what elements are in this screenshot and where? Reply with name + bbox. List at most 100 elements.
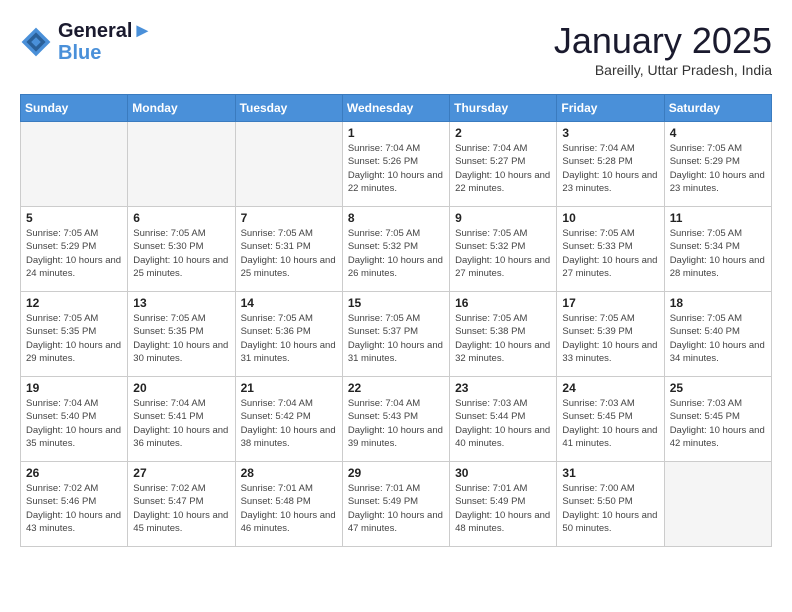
day-info: Sunrise: 7:01 AMSunset: 5:49 PMDaylight:… [455, 482, 551, 535]
day-info: Sunrise: 7:01 AMSunset: 5:49 PMDaylight:… [348, 482, 444, 535]
calendar-cell: 26Sunrise: 7:02 AMSunset: 5:46 PMDayligh… [21, 462, 128, 547]
day-info: Sunrise: 7:05 AMSunset: 5:29 PMDaylight:… [670, 142, 766, 195]
calendar-cell: 19 Sunrise: 7:04 AMSunset: 5:40 PMDayligh… [21, 377, 128, 462]
day-number: 28 [241, 466, 337, 480]
day-info: Sunrise: 7:05 AMSunset: 5:32 PMDaylight:… [348, 227, 444, 280]
calendar-cell: 23Sunrise: 7:03 AMSunset: 5:44 PMDayligh… [450, 377, 557, 462]
day-info: Sunrise: 7:05 AMSunset: 5:35 PMDaylight:… [26, 312, 122, 365]
day-info: Sunrise: 7:05 AMSunset: 5:39 PMDaylight:… [562, 312, 658, 365]
day-number: 29 [348, 466, 444, 480]
day-info: Sunrise: 7:04 AMSunset: 5:40 PMDaylight:… [26, 397, 122, 450]
calendar-cell: 28 Sunrise: 7:01 AMSunset: 5:48 PMDayligh… [235, 462, 342, 547]
day-info: Sunrise: 7:05 AMSunset: 5:40 PMDaylight:… [670, 312, 766, 365]
calendar-cell: 29 Sunrise: 7:01 AMSunset: 5:49 PMDayligh… [342, 462, 449, 547]
day-number: 25 [670, 381, 766, 395]
calendar-cell [21, 122, 128, 207]
day-info: Sunrise: 7:02 AMSunset: 5:47 PMDaylight:… [133, 482, 229, 535]
day-info: Sunrise: 7:05 AMSunset: 5:32 PMDaylight:… [455, 227, 551, 280]
weekday-header-friday: Friday [557, 95, 664, 122]
day-number: 23 [455, 381, 551, 395]
day-info: Sunrise: 7:01 AMSunset: 5:48 PMDaylight:… [241, 482, 337, 535]
calendar-cell: 4 Sunrise: 7:05 AMSunset: 5:29 PMDaylight… [664, 122, 771, 207]
calendar-cell: 1 Sunrise: 7:04 AMSunset: 5:26 PMDaylight… [342, 122, 449, 207]
day-number: 20 [133, 381, 229, 395]
calendar-cell [235, 122, 342, 207]
day-number: 10 [562, 211, 658, 225]
calendar-week-3: 19 Sunrise: 7:04 AMSunset: 5:40 PMDayligh… [21, 377, 772, 462]
day-number: 7 [241, 211, 337, 225]
calendar-cell: 5 Sunrise: 7:05 AMSunset: 5:29 PMDaylight… [21, 207, 128, 292]
day-number: 31 [562, 466, 658, 480]
calendar-cell: 15Sunrise: 7:05 AMSunset: 5:37 PMDayligh… [342, 292, 449, 377]
day-info: Sunrise: 7:04 AMSunset: 5:27 PMDaylight:… [455, 142, 551, 195]
day-number: 17 [562, 296, 658, 310]
day-info: Sunrise: 7:04 AMSunset: 5:41 PMDaylight:… [133, 397, 229, 450]
day-number: 14 [241, 296, 337, 310]
calendar-cell: 17 Sunrise: 7:05 AMSunset: 5:39 PMDayligh… [557, 292, 664, 377]
day-info: Sunrise: 7:05 AMSunset: 5:29 PMDaylight:… [26, 227, 122, 280]
day-number: 13 [133, 296, 229, 310]
calendar-cell: 21Sunrise: 7:04 AMSunset: 5:42 PMDayligh… [235, 377, 342, 462]
calendar-cell: 27 Sunrise: 7:02 AMSunset: 5:47 PMDayligh… [128, 462, 235, 547]
day-info: Sunrise: 7:05 AMSunset: 5:33 PMDaylight:… [562, 227, 658, 280]
day-info: Sunrise: 7:02 AMSunset: 5:46 PMDaylight:… [26, 482, 122, 535]
calendar-cell: 30 Sunrise: 7:01 AMSunset: 5:49 PMDayligh… [450, 462, 557, 547]
day-info: Sunrise: 7:05 AMSunset: 5:31 PMDaylight:… [241, 227, 337, 280]
day-info: Sunrise: 7:00 AMSunset: 5:50 PMDaylight:… [562, 482, 658, 535]
day-number: 5 [26, 211, 122, 225]
day-number: 15 [348, 296, 444, 310]
calendar-cell: 22 Sunrise: 7:04 AMSunset: 5:43 PMDayligh… [342, 377, 449, 462]
calendar-week-0: 1 Sunrise: 7:04 AMSunset: 5:26 PMDaylight… [21, 122, 772, 207]
calendar-cell: 6Sunrise: 7:05 AMSunset: 5:30 PMDaylight… [128, 207, 235, 292]
day-number: 21 [241, 381, 337, 395]
weekday-header-saturday: Saturday [664, 95, 771, 122]
day-number: 30 [455, 466, 551, 480]
day-info: Sunrise: 7:04 AMSunset: 5:26 PMDaylight:… [348, 142, 444, 195]
day-number: 1 [348, 126, 444, 140]
day-info: Sunrise: 7:03 AMSunset: 5:45 PMDaylight:… [670, 397, 766, 450]
day-number: 22 [348, 381, 444, 395]
calendar-cell: 3Sunrise: 7:04 AMSunset: 5:28 PMDaylight… [557, 122, 664, 207]
day-number: 27 [133, 466, 229, 480]
day-number: 12 [26, 296, 122, 310]
calendar-cell: 24Sunrise: 7:03 AMSunset: 5:45 PMDayligh… [557, 377, 664, 462]
day-info: Sunrise: 7:05 AMSunset: 5:30 PMDaylight:… [133, 227, 229, 280]
day-info: Sunrise: 7:04 AMSunset: 5:43 PMDaylight:… [348, 397, 444, 450]
calendar-cell: 12 Sunrise: 7:05 AMSunset: 5:35 PMDayligh… [21, 292, 128, 377]
calendar-week-4: 26Sunrise: 7:02 AMSunset: 5:46 PMDayligh… [21, 462, 772, 547]
logo-icon [20, 26, 52, 58]
day-number: 2 [455, 126, 551, 140]
day-info: Sunrise: 7:04 AMSunset: 5:28 PMDaylight:… [562, 142, 658, 195]
logo: General► Blue [20, 20, 152, 64]
calendar-week-1: 5 Sunrise: 7:05 AMSunset: 5:29 PMDaylight… [21, 207, 772, 292]
day-info: Sunrise: 7:05 AMSunset: 5:36 PMDaylight:… [241, 312, 337, 365]
calendar-cell: 11Sunrise: 7:05 AMSunset: 5:34 PMDayligh… [664, 207, 771, 292]
weekday-header-tuesday: Tuesday [235, 95, 342, 122]
calendar-cell: 20 Sunrise: 7:04 AMSunset: 5:41 PMDayligh… [128, 377, 235, 462]
calendar-week-2: 12 Sunrise: 7:05 AMSunset: 5:35 PMDayligh… [21, 292, 772, 377]
day-info: Sunrise: 7:05 AMSunset: 5:34 PMDaylight:… [670, 227, 766, 280]
calendar-cell: 16Sunrise: 7:05 AMSunset: 5:38 PMDayligh… [450, 292, 557, 377]
day-number: 4 [670, 126, 766, 140]
calendar-cell [128, 122, 235, 207]
logo-text: General► Blue [58, 20, 152, 64]
day-number: 24 [562, 381, 658, 395]
calendar-cell: 7 Sunrise: 7:05 AMSunset: 5:31 PMDaylight… [235, 207, 342, 292]
weekday-header-sunday: Sunday [21, 95, 128, 122]
calendar-cell: 10 Sunrise: 7:05 AMSunset: 5:33 PMDayligh… [557, 207, 664, 292]
day-number: 19 [26, 381, 122, 395]
calendar-cell: 31 Sunrise: 7:00 AMSunset: 5:50 PMDayligh… [557, 462, 664, 547]
weekday-header-thursday: Thursday [450, 95, 557, 122]
title-block: January 2025 Bareilly, Uttar Pradesh, In… [554, 20, 772, 78]
calendar-cell: 9Sunrise: 7:05 AMSunset: 5:32 PMDaylight… [450, 207, 557, 292]
day-number: 18 [670, 296, 766, 310]
calendar-cell: 14 Sunrise: 7:05 AMSunset: 5:36 PMDayligh… [235, 292, 342, 377]
calendar-cell: 18 Sunrise: 7:05 AMSunset: 5:40 PMDayligh… [664, 292, 771, 377]
calendar-cell: 13Sunrise: 7:05 AMSunset: 5:35 PMDayligh… [128, 292, 235, 377]
day-number: 16 [455, 296, 551, 310]
weekday-header-wednesday: Wednesday [342, 95, 449, 122]
weekday-header-monday: Monday [128, 95, 235, 122]
calendar-title: January 2025 [554, 20, 772, 62]
day-number: 8 [348, 211, 444, 225]
calendar-cell: 8 Sunrise: 7:05 AMSunset: 5:32 PMDaylight… [342, 207, 449, 292]
